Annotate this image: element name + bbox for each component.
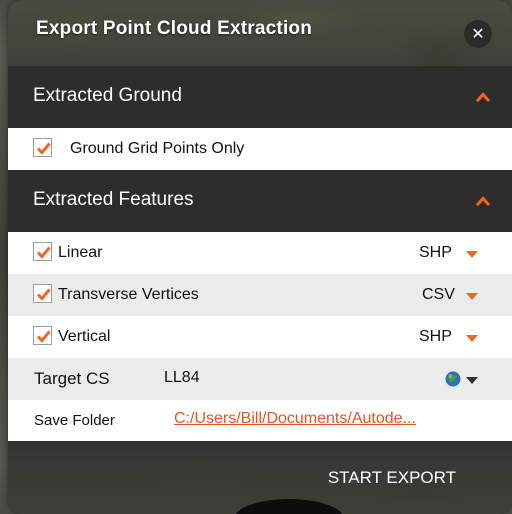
format-dropdown[interactable]: CSV — [422, 286, 455, 304]
checkmark-icon — [36, 330, 51, 343]
section-header-extracted-features[interactable]: Extracted Features — [8, 170, 512, 232]
dropdown-arrow-icon[interactable] — [466, 377, 478, 384]
ground-grid-points-row: Ground Grid Points Only — [8, 128, 512, 170]
close-button[interactable]: ✕ — [464, 20, 492, 48]
section-header-extracted-ground[interactable]: Extracted Ground — [8, 66, 512, 128]
feature-label: Linear — [58, 244, 103, 261]
vertical-checkbox[interactable] — [33, 326, 52, 345]
export-dialog: Export Point Cloud Extraction ✕ Extracte… — [8, 0, 512, 514]
target-cs-row: Target CS LL84 — [8, 358, 512, 400]
feature-label: Vertical — [58, 328, 111, 345]
chevron-up-icon[interactable] — [476, 194, 490, 208]
transverse-vertices-checkbox[interactable] — [33, 284, 52, 303]
close-icon: ✕ — [471, 24, 485, 43]
linear-checkbox[interactable] — [33, 242, 52, 261]
globe-icon[interactable] — [445, 371, 461, 387]
format-dropdown[interactable]: SHP — [419, 328, 452, 346]
format-dropdown[interactable]: SHP — [419, 244, 452, 262]
save-folder-label: Save Folder — [34, 412, 115, 429]
checkmark-icon — [36, 288, 51, 301]
dropdown-arrow-icon[interactable] — [466, 293, 478, 300]
ground-grid-points-checkbox[interactable] — [33, 138, 52, 157]
save-folder-path-link[interactable]: C:/Users/Bill/Documents/Autode... — [174, 410, 494, 428]
footer-bar: START EXPORT — [8, 441, 512, 514]
map-shadow — [234, 499, 344, 514]
chevron-up-icon[interactable] — [476, 90, 490, 104]
dropdown-arrow-icon[interactable] — [466, 251, 478, 258]
section-title: Extracted Ground — [33, 85, 182, 106]
feature-row-linear: Linear SHP — [8, 232, 512, 274]
ground-grid-points-label: Ground Grid Points Only — [70, 140, 245, 157]
feature-row-transverse-vertices: Transverse Vertices CSV — [8, 274, 512, 316]
target-cs-value: LL84 — [164, 369, 200, 386]
dialog-title: Export Point Cloud Extraction — [36, 18, 313, 39]
title-bar: Export Point Cloud Extraction ✕ — [8, 0, 512, 66]
start-export-button[interactable]: START EXPORT — [328, 468, 456, 488]
section-title: Extracted Features — [33, 189, 194, 210]
feature-row-vertical: Vertical SHP — [8, 316, 512, 358]
dropdown-arrow-icon[interactable] — [466, 335, 478, 342]
target-cs-label: Target CS — [34, 369, 110, 388]
save-folder-row: Save Folder C:/Users/Bill/Documents/Auto… — [8, 400, 512, 441]
checkmark-icon — [36, 246, 51, 259]
feature-label: Transverse Vertices — [58, 286, 199, 303]
checkmark-icon — [36, 142, 51, 155]
